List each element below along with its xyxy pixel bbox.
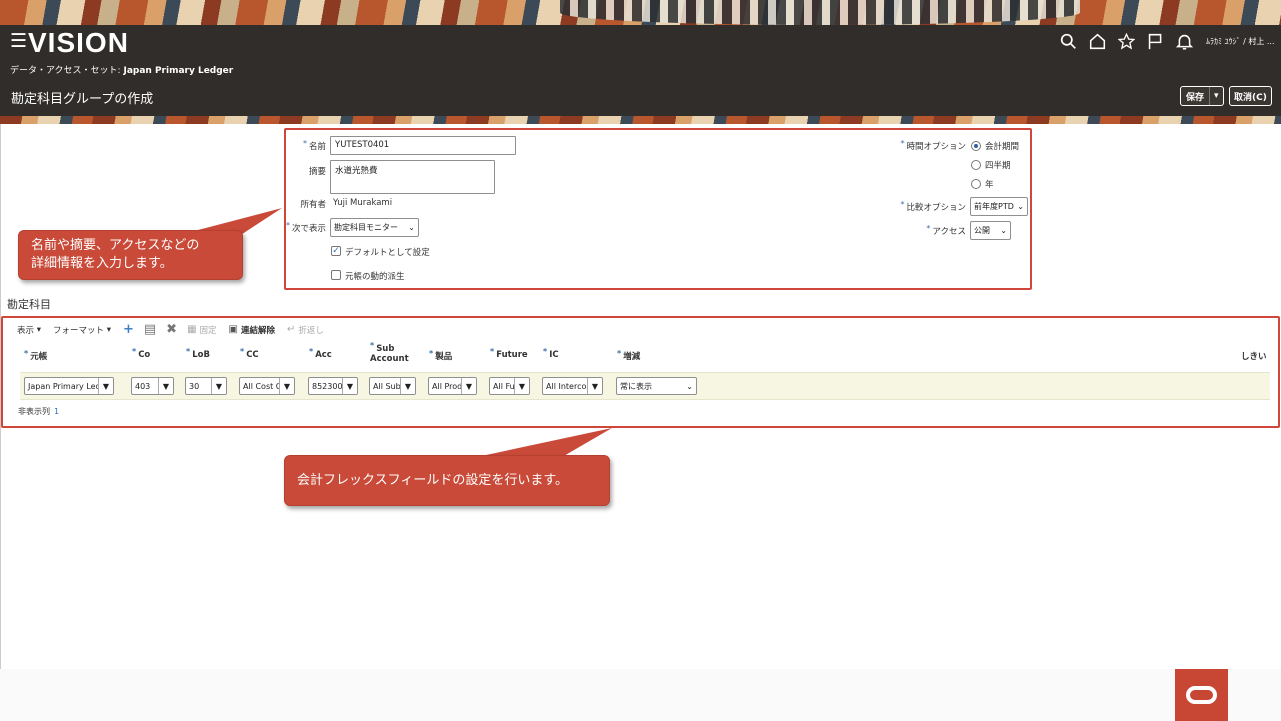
hidden-columns: 非表示列 1	[18, 406, 59, 417]
search-icon[interactable]	[1054, 30, 1083, 52]
future-dropdown-icon[interactable]: ▼	[514, 378, 529, 394]
detach-icon: ▣	[228, 324, 238, 335]
display-in-select[interactable]: 勘定科目モニター ⌄	[330, 218, 419, 237]
header-icons	[1054, 30, 1199, 52]
user-menu[interactable]: ﾑﾗｶﾐ ﾕｳｼﾞ / 村上 ...	[1206, 36, 1275, 47]
header-decoration-top	[0, 0, 1281, 25]
column-header-change[interactable]: * 増減	[617, 349, 640, 362]
default-checkbox-label: デフォルトとして設定	[345, 248, 430, 258]
app-root: ☰ VISION データ・アクセス・セット: Japan Primary Led…	[0, 0, 1281, 721]
cc-dropdown-icon[interactable]: ▼	[279, 378, 294, 394]
name-label: * 名前	[302, 139, 326, 152]
description-label: 摘要	[308, 167, 326, 177]
format-menu[interactable]: フォーマット ▾	[53, 324, 111, 336]
sub-account-select[interactable]: All Sub ▼	[369, 377, 416, 395]
accounts-section-title: 勘定科目	[7, 298, 51, 311]
co-select[interactable]: 403 ▼	[131, 377, 174, 395]
header-decoration-wave	[560, 0, 1080, 25]
change-select[interactable]: 常に表示 ⌄	[616, 377, 697, 395]
access-label: * アクセス	[926, 224, 966, 237]
comparison-option-select[interactable]: 前年度PTD ⌄	[970, 197, 1028, 216]
callout-top: 名前や摘要、アクセスなどの 詳細情報を入力します。	[18, 230, 243, 280]
ledger-dropdown-icon[interactable]: ▼	[98, 378, 113, 394]
column-header-ic[interactable]: * IC	[543, 347, 559, 360]
data-access-set: データ・アクセス・セット: Japan Primary Ledger	[10, 63, 233, 76]
delete-row-icon[interactable]: ✖	[166, 322, 177, 337]
time-option-radio-quarter[interactable]	[971, 160, 981, 170]
lob-select[interactable]: 30 ▼	[185, 377, 227, 395]
data-access-set-value: Japan Primary Ledger	[123, 66, 234, 76]
time-option-radio-year[interactable]	[971, 179, 981, 189]
app-logo[interactable]: VISION	[28, 27, 129, 59]
cc-select[interactable]: All Cost C ▼	[239, 377, 295, 395]
derive-ledger-checkbox[interactable]	[331, 270, 341, 280]
time-option-radio-period[interactable]	[971, 141, 981, 151]
cancel-button[interactable]: 取消(C)	[1229, 86, 1272, 106]
header-decoration-bottom	[0, 116, 1281, 124]
freeze-button[interactable]: ▦ 固定	[187, 324, 216, 336]
time-option-quarter-label: 四半期	[985, 161, 1011, 171]
column-header-lob[interactable]: * LoB	[186, 347, 210, 360]
notifications-bell-icon[interactable]	[1170, 30, 1199, 52]
wrap-button[interactable]: ↵ 折返し	[287, 324, 324, 336]
sub-account-dropdown-icon[interactable]: ▼	[400, 378, 415, 394]
time-option-year-label: 年	[985, 180, 994, 190]
callout-bottom: 会計フレックスフィールドの設定を行います。	[284, 455, 610, 506]
co-dropdown-icon[interactable]: ▼	[158, 378, 173, 394]
acc-dropdown-icon[interactable]: ▼	[342, 378, 357, 394]
menu-icon[interactable]: ☰	[10, 32, 27, 51]
accounts-toolbar: 表示 ▾ フォーマット ▾ + ▤ ✖ ▦ 固定 ▣ 連結解除 ↵ 折返し	[17, 322, 336, 337]
comparison-option-label: * 比較オプション	[900, 200, 966, 213]
owner-value: Yuji Murakami	[333, 198, 393, 208]
display-in-label: * 次で表示	[285, 221, 326, 234]
future-select[interactable]: All Fu ▼	[489, 377, 530, 395]
product-dropdown-icon[interactable]: ▼	[461, 378, 476, 394]
ic-dropdown-icon[interactable]: ▼	[587, 378, 602, 394]
hidden-columns-label: 非表示列	[18, 407, 50, 416]
view-menu[interactable]: 表示 ▾	[17, 324, 41, 336]
time-option-label: * 時間オプション	[900, 139, 966, 152]
product-select[interactable]: All Prod ▼	[428, 377, 477, 395]
ledger-select[interactable]: Japan Primary Led ▼	[24, 377, 114, 395]
lob-dropdown-icon[interactable]: ▼	[211, 378, 226, 394]
oracle-logo-icon	[1175, 669, 1228, 721]
home-icon[interactable]	[1083, 30, 1112, 52]
footer-band	[0, 669, 1281, 721]
wrap-icon: ↵	[287, 324, 296, 335]
flag-icon[interactable]	[1141, 30, 1170, 52]
column-header-cc[interactable]: * CC	[240, 347, 259, 360]
detach-button[interactable]: ▣ 連結解除	[229, 324, 275, 336]
column-header-threshold[interactable]: しきい	[1241, 350, 1267, 362]
freeze-icon: ▦	[187, 324, 197, 335]
column-header-sub-account[interactable]: * Sub Account	[370, 341, 414, 364]
column-header-product[interactable]: * 製品	[429, 349, 452, 362]
default-checkbox[interactable]: ✓	[331, 246, 341, 256]
description-textarea[interactable]: 水道光熱費	[330, 160, 495, 194]
hidden-columns-count[interactable]: 1	[54, 407, 59, 416]
data-access-set-label: データ・アクセス・セット:	[10, 66, 121, 76]
column-header-acc[interactable]: * Acc	[309, 347, 332, 360]
ic-select[interactable]: All Intercor ▼	[542, 377, 603, 395]
save-label[interactable]: 保存	[1181, 87, 1209, 105]
duplicate-row-icon[interactable]: ▤	[144, 322, 156, 337]
name-input[interactable]: YUTEST0401	[330, 136, 516, 155]
access-select[interactable]: 公開 ⌄	[970, 221, 1011, 240]
column-header-ledger[interactable]: * 元帳	[24, 349, 47, 362]
save-button[interactable]: 保存 ▾	[1180, 86, 1224, 106]
page-title: 勘定科目グループの作成	[11, 92, 154, 107]
time-option-period-label: 会計期間	[985, 142, 1020, 152]
favorites-star-icon[interactable]	[1112, 30, 1141, 52]
column-header-future[interactable]: * Future	[490, 347, 528, 360]
add-row-icon[interactable]: +	[123, 322, 134, 337]
save-dropdown-icon[interactable]: ▾	[1209, 87, 1223, 105]
derive-ledger-label: 元帳の動的派生	[345, 272, 405, 282]
column-header-co[interactable]: * Co	[132, 347, 150, 360]
acc-select[interactable]: 852300 ▼	[308, 377, 358, 395]
